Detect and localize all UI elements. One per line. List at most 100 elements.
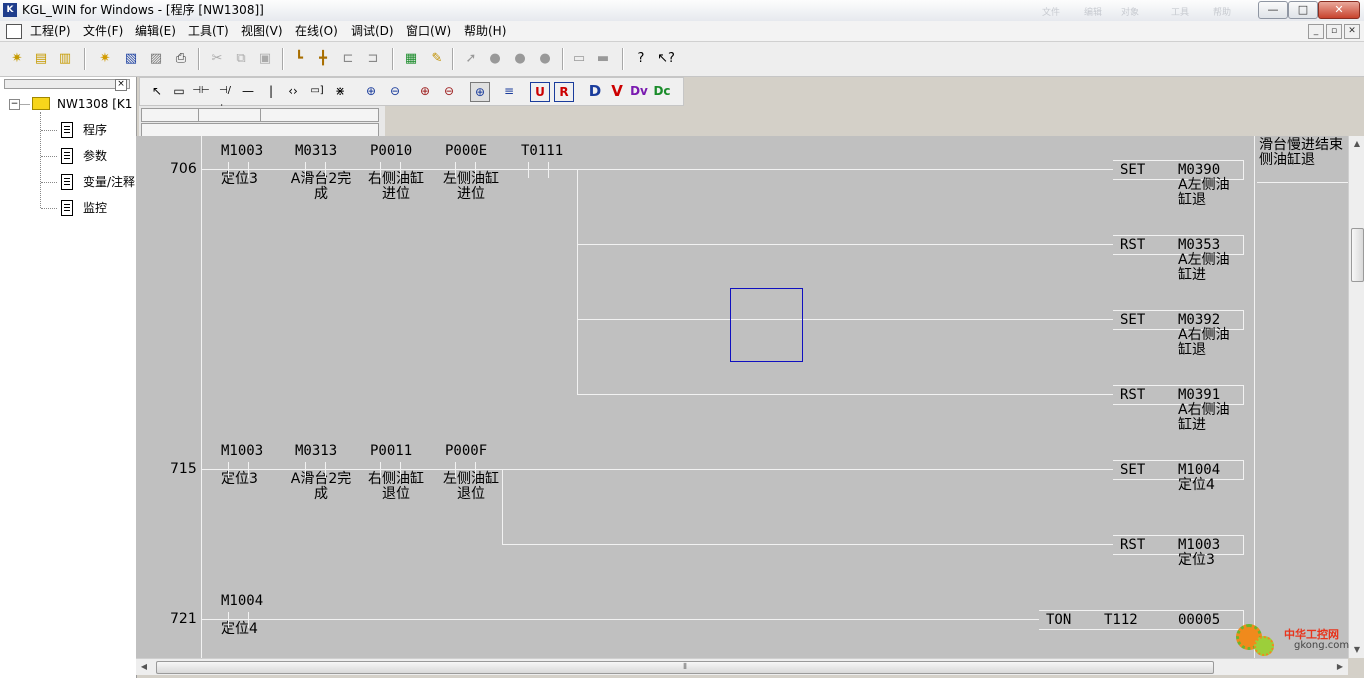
scroll-right-icon[interactable]: ▶: [1332, 659, 1348, 675]
contact[interactable]: M1004 定位4: [221, 594, 263, 637]
coil-tool-icon[interactable]: ‹›: [284, 82, 302, 100]
copy-icon[interactable]: ⧉: [232, 50, 250, 68]
contact[interactable]: M1003 定位3: [221, 444, 263, 487]
paste-icon[interactable]: ▣: [256, 50, 274, 68]
zoom-out-alt-icon[interactable]: ⊖: [440, 82, 458, 100]
minimize-button[interactable]: —: [1258, 1, 1288, 19]
contact-right-bar: [248, 162, 249, 178]
contact-right-bar: [400, 162, 401, 178]
reset-icon[interactable]: ●: [536, 50, 554, 68]
zoom-fit-icon[interactable]: ⊕: [470, 82, 490, 102]
device-dv-icon[interactable]: Dv: [630, 82, 648, 100]
device-dc-icon[interactable]: Dc: [653, 82, 671, 100]
menu-tools[interactable]: 工具(T): [188, 24, 229, 38]
zoom-in-icon[interactable]: ⊕: [362, 82, 380, 100]
operand-comment: 定位3: [1178, 552, 1215, 568]
download-icon[interactable]: ✎: [428, 50, 446, 68]
variable-doc-icon: [61, 174, 73, 190]
run-icon[interactable]: ➚: [462, 50, 480, 68]
menu-window[interactable]: 窗口(W): [406, 24, 451, 38]
tree-item-variables[interactable]: 变量/注释: [83, 175, 135, 189]
menu-edit[interactable]: 编辑(E): [135, 24, 176, 38]
nc-contact-tool-icon[interactable]: ⊣/⊢: [216, 82, 234, 114]
zoom-out-icon[interactable]: ⊖: [386, 82, 404, 100]
tree-line: [40, 112, 42, 208]
mdi-close-button[interactable]: ✕: [1344, 24, 1360, 39]
device-d-icon[interactable]: D: [586, 82, 604, 100]
io-icon[interactable]: ⊏: [339, 50, 357, 68]
vertical-scroll-thumb[interactable]: [1351, 228, 1364, 282]
menu-file[interactable]: 文件(F): [83, 24, 123, 38]
tree-item-program[interactable]: 程序: [83, 123, 107, 137]
scroll-up-icon[interactable]: ▲: [1349, 136, 1364, 152]
cut-icon[interactable]: ✂: [208, 50, 226, 68]
upload-r-icon[interactable]: R: [554, 82, 574, 102]
contact[interactable]: T0111: [521, 143, 564, 178]
no-contact-tool-icon[interactable]: ⊣⊢: [192, 82, 210, 100]
contact[interactable]: M1003 定位3: [221, 144, 263, 187]
faint-tab: 工具: [1171, 8, 1190, 18]
menu-view[interactable]: 视图(V): [241, 24, 283, 38]
tree-item-monitor[interactable]: 监控: [83, 201, 107, 215]
contact[interactable]: P000E 左侧油缸 进位: [433, 144, 509, 202]
context-help-icon[interactable]: ↖?: [657, 50, 675, 68]
compile-icon[interactable]: ▦: [402, 50, 420, 68]
tree-root-label[interactable]: NW1308 [K1: [57, 97, 132, 111]
mdi-restore-button[interactable]: ▫: [1326, 24, 1342, 39]
mdi-minimize-button[interactable]: _: [1308, 24, 1324, 39]
vertical-scrollbar[interactable]: ▲ ▼: [1348, 136, 1364, 658]
zoom-in-alt-icon[interactable]: ⊕: [416, 82, 434, 100]
rectangle-tool-icon[interactable]: ▭: [170, 82, 188, 100]
tree-line: [41, 130, 57, 131]
plc-icon[interactable]: ▭: [570, 50, 588, 68]
menu-online[interactable]: 在线(O): [295, 24, 338, 38]
monitor-all-icon[interactable]: ╋: [314, 50, 332, 68]
contact[interactable]: M0313 A滑台2完 成: [283, 144, 359, 202]
collapse-icon[interactable]: −: [9, 99, 20, 110]
new-file-icon[interactable]: ✷: [96, 50, 114, 68]
edit-cursor[interactable]: [730, 288, 803, 362]
vertical-line-tool-icon[interactable]: |: [262, 82, 280, 100]
project-tree-icon[interactable]: ▥: [56, 50, 74, 68]
operand-comment: 缸进: [1178, 267, 1206, 283]
help-icon[interactable]: ?: [632, 50, 650, 68]
contact-address: P0010: [370, 143, 413, 159]
contact-comment: 成: [314, 186, 328, 202]
new-project-icon[interactable]: ✷: [8, 50, 26, 68]
io2-icon[interactable]: ⊐: [364, 50, 382, 68]
menu-project[interactable]: 工程(P): [30, 24, 71, 38]
plc2-icon[interactable]: ▬: [594, 50, 612, 68]
contact-address: T0111: [521, 143, 564, 159]
menu-debug[interactable]: 调试(D): [351, 24, 394, 38]
function-tool-icon[interactable]: ▭]: [308, 82, 326, 100]
ladder-editor[interactable]: 706 M1003 定位3 M0313 A滑台2完 成 P0010 右侧油缸 进…: [136, 136, 1364, 658]
menu-help[interactable]: 帮助(H): [464, 24, 506, 38]
contact[interactable]: P000F 左侧油缸 退位: [433, 444, 509, 502]
print-icon[interactable]: ⎙: [172, 50, 190, 68]
contact[interactable]: P0010 右侧油缸 进位: [358, 144, 434, 202]
invert-tool-icon[interactable]: ⋇: [331, 82, 349, 100]
contact-right-bar: [400, 462, 401, 478]
instruction-mnemonic: RST: [1120, 537, 1146, 553]
stop-icon[interactable]: ●: [486, 50, 504, 68]
upload-u-icon[interactable]: U: [530, 82, 550, 102]
close-icon[interactable]: ×: [115, 79, 127, 91]
open-file-icon[interactable]: ▧: [122, 50, 140, 68]
monitor-icon[interactable]: ┗: [290, 50, 308, 68]
close-button[interactable]: ✕: [1318, 1, 1360, 19]
faint-tab: 文件: [1042, 8, 1061, 18]
horizontal-line-tool-icon[interactable]: —: [239, 82, 257, 100]
contact[interactable]: M0313 A滑台2完 成: [283, 444, 359, 502]
maximize-button[interactable]: □: [1288, 1, 1318, 19]
align-icon[interactable]: ≡: [500, 82, 518, 100]
open-project-icon[interactable]: ▤: [32, 50, 50, 68]
select-tool-icon[interactable]: ↖: [148, 82, 166, 100]
contact[interactable]: P0011 右侧油缸 退位: [358, 444, 434, 502]
scroll-left-icon[interactable]: ◀: [136, 659, 152, 675]
horizontal-scrollbar[interactable]: ◀ ⦀ ▶: [136, 658, 1348, 675]
horizontal-scroll-thumb[interactable]: ⦀: [156, 661, 1214, 674]
tree-item-parameter[interactable]: 参数: [83, 149, 107, 163]
device-v-icon[interactable]: V: [608, 82, 626, 100]
save-icon[interactable]: ▨: [147, 50, 165, 68]
pause-icon[interactable]: ●: [511, 50, 529, 68]
